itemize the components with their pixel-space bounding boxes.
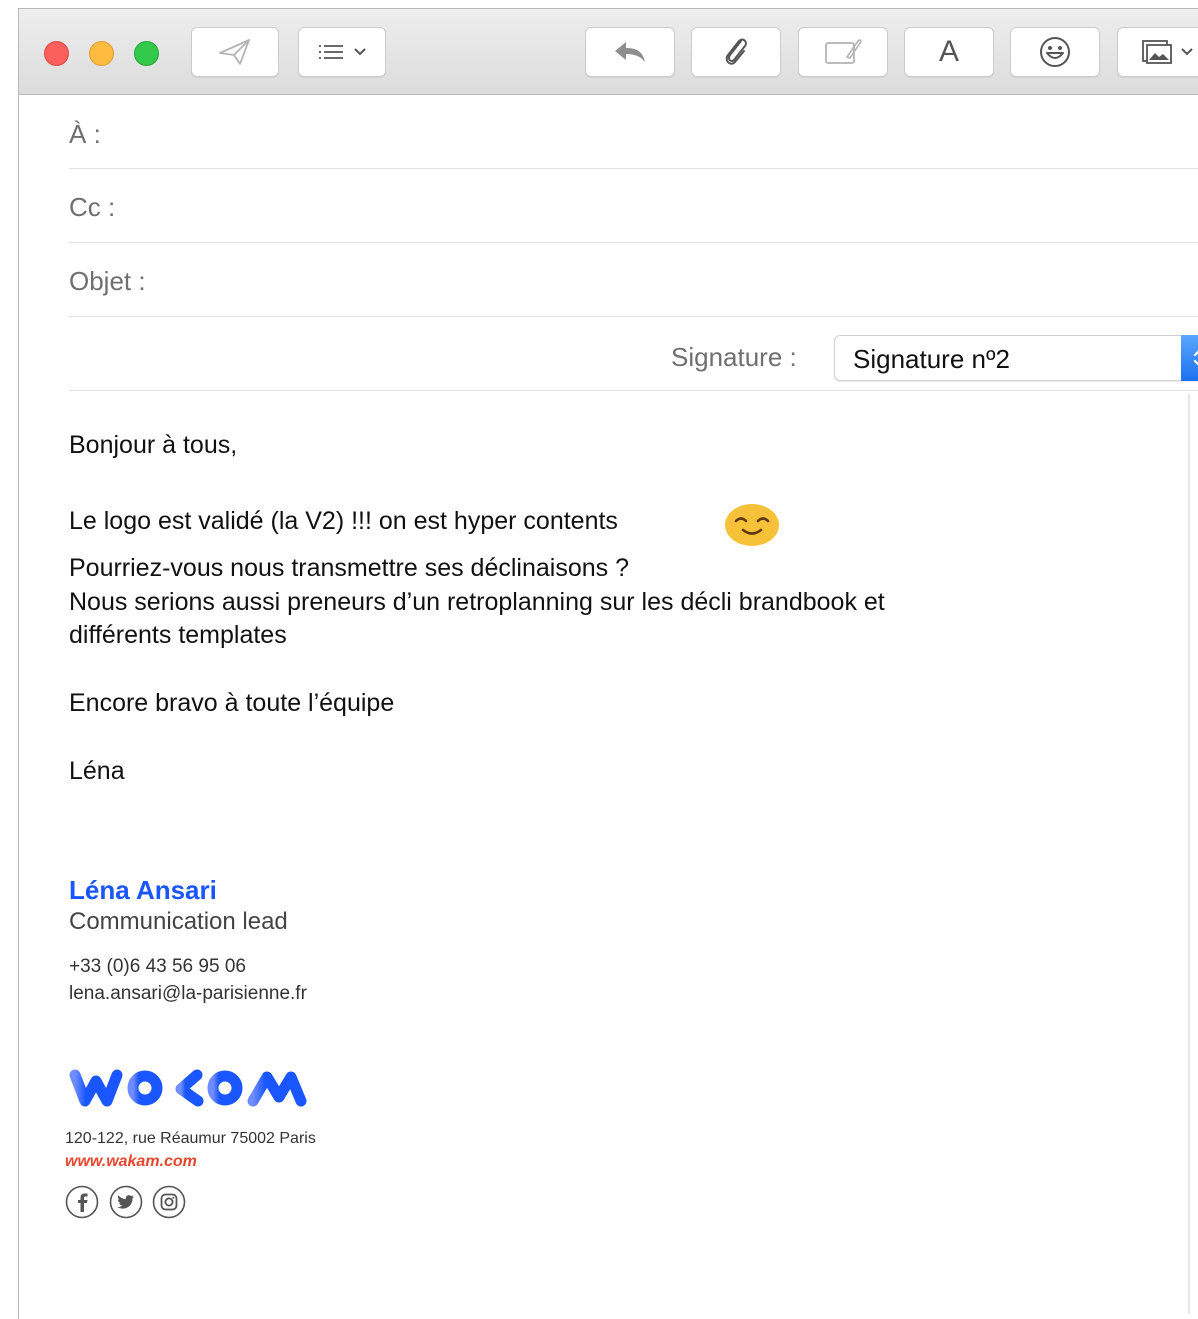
emoji-icon (1038, 35, 1072, 69)
instagram-icon[interactable] (152, 1185, 186, 1219)
send-icon (218, 37, 252, 67)
markup-button[interactable] (798, 27, 888, 77)
photo-browser-button[interactable] (1117, 27, 1198, 77)
message-closing: Encore bravo à toute l’équipe (69, 689, 395, 717)
list-icon (317, 42, 347, 62)
signature-selected-value: Signature nº2 (853, 344, 1010, 374)
send-button[interactable] (191, 27, 279, 77)
subject-label: Objet : (69, 266, 146, 296)
toolbar: A (19, 9, 1198, 95)
font-icon: A (938, 35, 959, 68)
signature-label: Signature : (671, 342, 797, 372)
font-button[interactable]: A (904, 27, 994, 77)
select-stepper-icon (1181, 335, 1198, 381)
subject-field-row[interactable]: Objet : (69, 243, 1198, 317)
message-sign-off: Léna (69, 757, 125, 785)
signature-phone: +33 (0)6 43 56 95 06 (69, 956, 246, 977)
facebook-icon[interactable] (65, 1185, 99, 1219)
twitter-icon[interactable] (109, 1185, 143, 1219)
message-line-3a: Nous serions aussi preneurs d’un retropl… (69, 588, 885, 616)
mail-compose-window: A À : Cc : Objet : Signature : Signature… (18, 8, 1198, 1319)
signature-name: Léna Ansari (69, 875, 217, 905)
wakam-logo (69, 1055, 307, 1107)
photo-browser-icon (1140, 38, 1174, 66)
to-label: À : (69, 119, 101, 149)
cc-field-row[interactable]: Cc : (69, 169, 1198, 243)
markup-icon (823, 37, 863, 67)
emoji-button[interactable] (1010, 27, 1100, 77)
signature-email[interactable]: lena.ansari@la-parisienne.fr (69, 983, 307, 1005)
message-line-2: Pourriez-vous nous transmettre ses décli… (69, 554, 629, 582)
vertical-scrollbar[interactable] (1188, 394, 1190, 1314)
signature-address: 120-122, rue Réaumur 75002 Paris (65, 1130, 316, 1147)
message-greeting: Bonjour à tous, (69, 431, 238, 459)
signature-select[interactable]: Signature nº2 (834, 335, 1198, 381)
reply-button[interactable] (585, 27, 675, 77)
close-window-button[interactable] (44, 41, 69, 66)
message-line-3b: différents templates (69, 621, 287, 649)
attachment-icon (721, 35, 751, 69)
chevron-down-icon (1180, 47, 1194, 57)
signature-row: Signature : Signature nº2 (69, 317, 1198, 391)
to-field-row[interactable]: À : (69, 95, 1198, 169)
smiling-face-icon (725, 504, 779, 546)
cc-label: Cc : (69, 192, 116, 222)
attach-button[interactable] (691, 27, 781, 77)
minimize-window-button[interactable] (89, 41, 114, 66)
header-fields-menu-button[interactable] (298, 27, 386, 77)
reply-icon (612, 39, 648, 65)
message-line-1: Le logo est validé (la V2) !!! on est hy… (69, 507, 618, 535)
signature-website-link[interactable]: www.wakam.com (65, 1153, 197, 1171)
signature-role: Communication lead (69, 908, 288, 935)
zoom-window-button[interactable] (134, 41, 159, 66)
chevron-down-icon (353, 47, 367, 57)
